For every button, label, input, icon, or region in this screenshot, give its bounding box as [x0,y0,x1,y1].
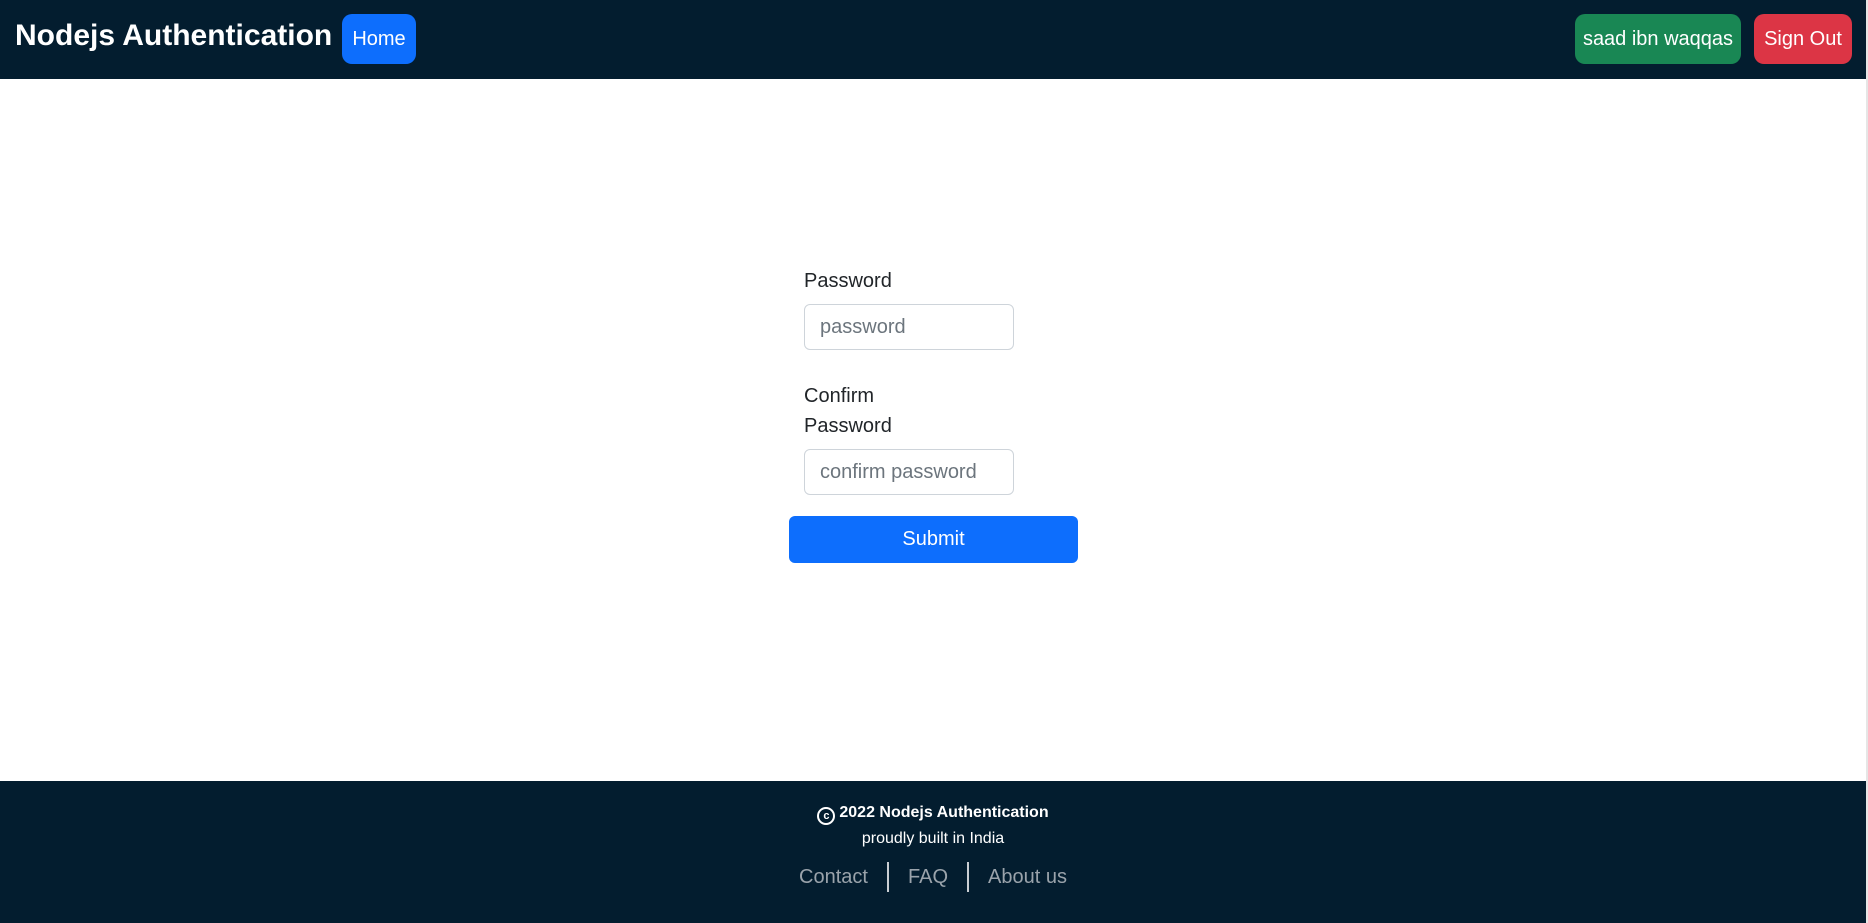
home-button[interactable]: Home [342,14,416,64]
footer-link-faq[interactable]: FAQ [889,862,967,892]
top-navbar: Nodejs Authentication Home saad ibn waqq… [0,0,1866,79]
confirm-password-label: Confirm Password [804,385,892,437]
footer-link-about[interactable]: About us [969,862,1086,892]
footer-links: Contact FAQ About us [0,862,1866,892]
confirm-password-input[interactable] [804,449,1014,495]
page: Nodejs Authentication Home saad ibn waqq… [0,0,1868,923]
footer-copyright: c 2022 Nodejs Authentication [0,801,1866,825]
user-profile-button[interactable]: saad ibn waqqas [1575,14,1741,64]
password-label: Password [804,270,892,292]
copyright-text: 2022 Nodejs Authentication [839,804,1049,821]
sign-out-button[interactable]: Sign Out [1754,14,1852,64]
footer: c 2022 Nodejs Authentication proudly buil… [0,781,1866,923]
footer-link-contact[interactable]: Contact [780,862,887,892]
submit-button[interactable]: Submit [789,516,1078,563]
brand-title[interactable]: Nodejs Authentication [15,18,332,54]
copyright-icon: c [817,807,836,825]
password-input[interactable] [804,304,1014,350]
footer-tagline: proudly built in India [861,830,1005,847]
